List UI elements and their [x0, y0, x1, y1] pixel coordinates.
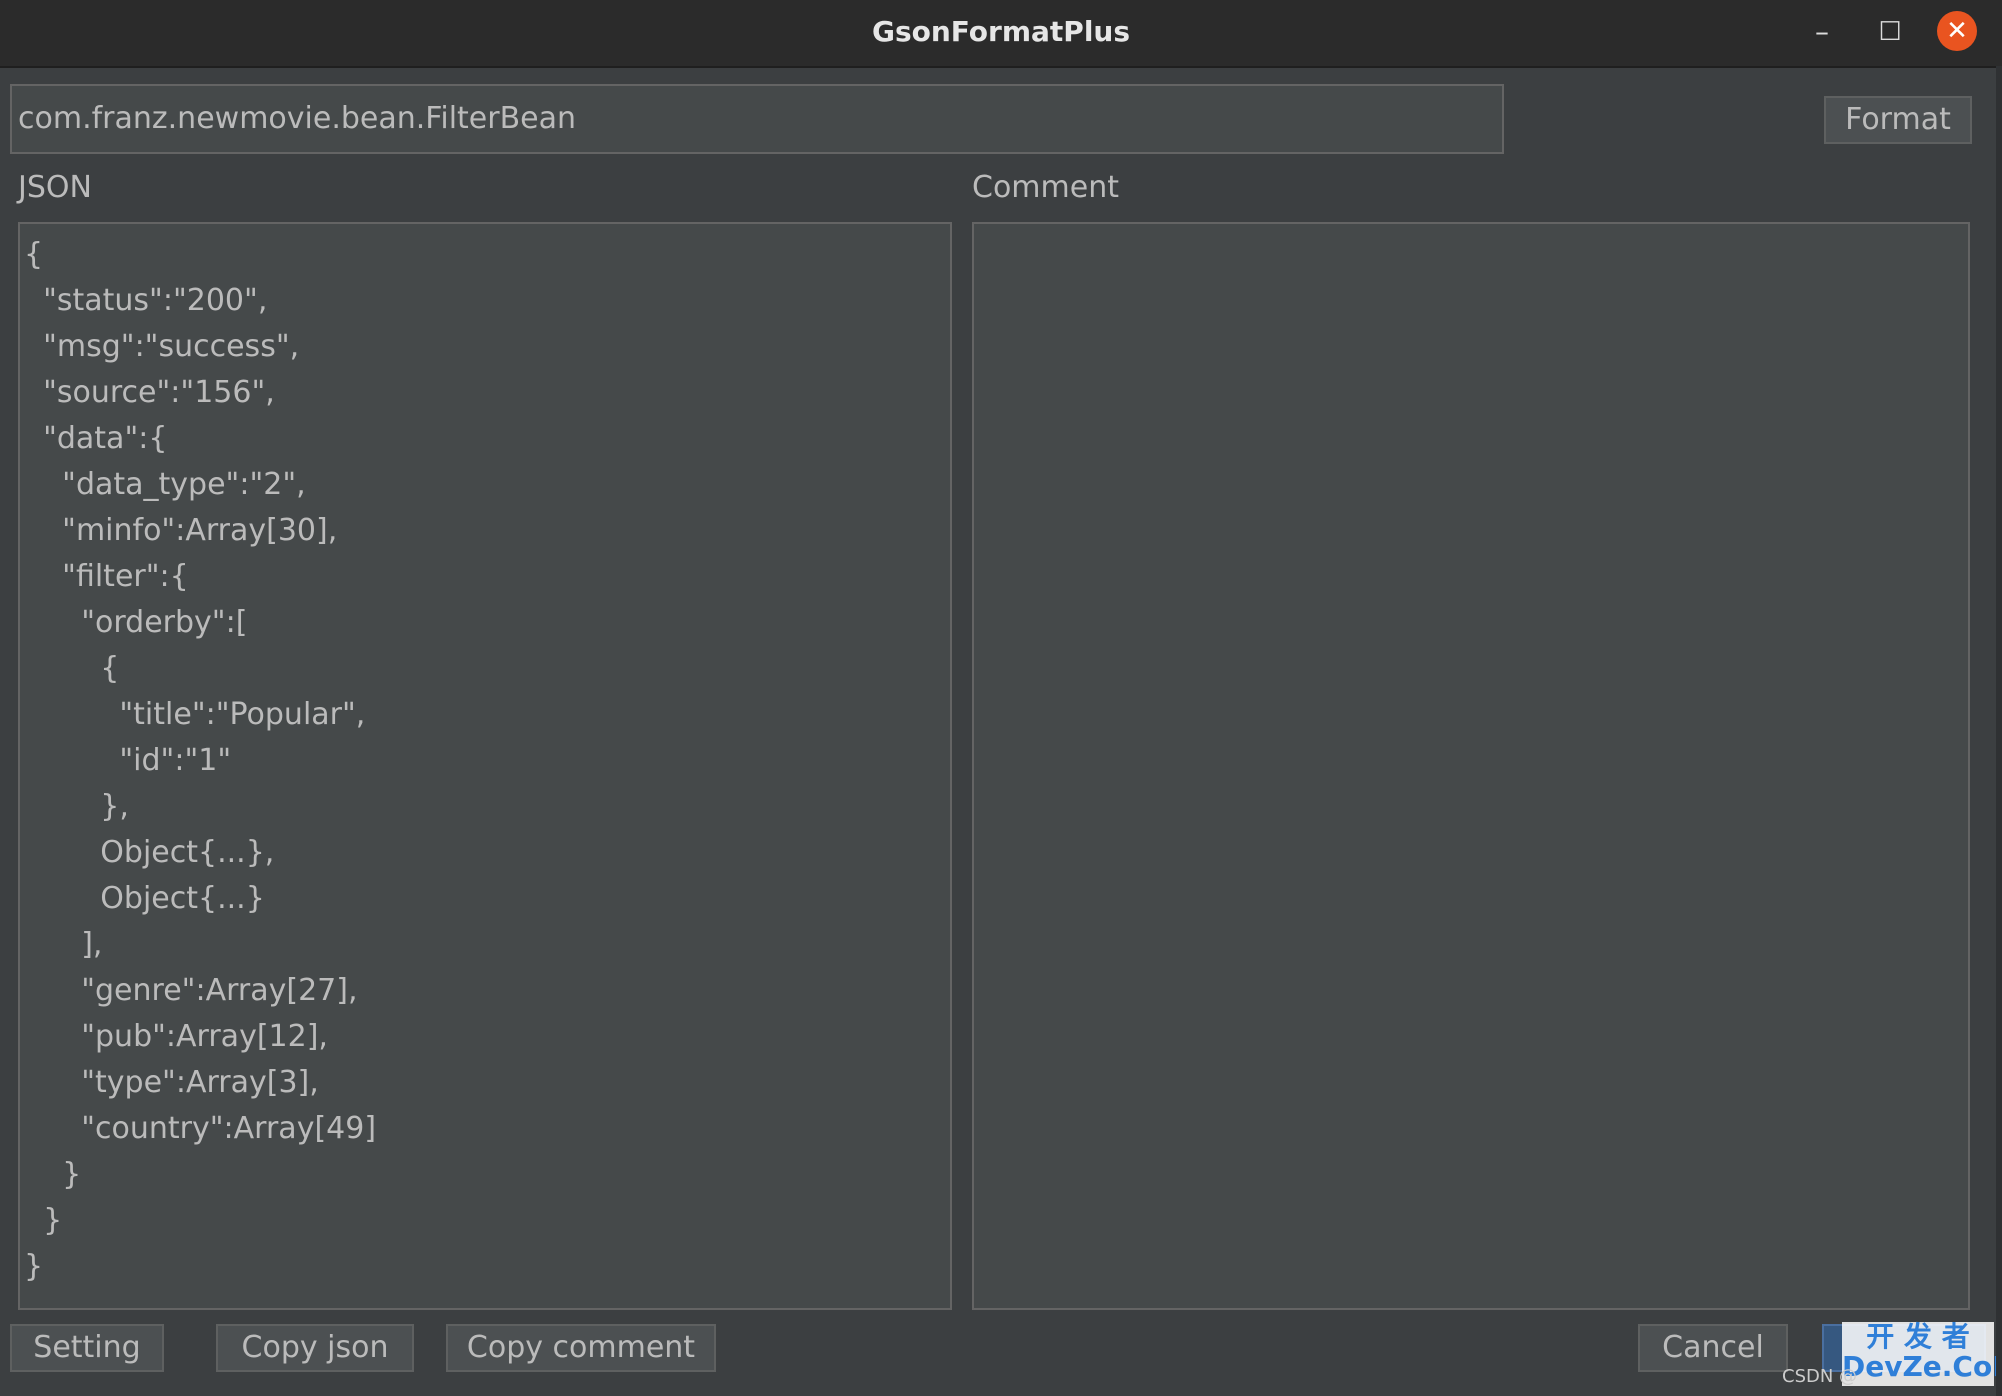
json-line: "id":"1": [24, 743, 232, 778]
minimize-icon[interactable]: –: [1800, 10, 1844, 54]
json-line: "source":"156",: [24, 375, 275, 410]
json-line: "orderby":[: [24, 605, 248, 640]
json-line: "minfo":Array[30],: [24, 513, 338, 548]
json-line: }: [24, 1203, 63, 1238]
copy-comment-button[interactable]: Copy comment: [446, 1324, 716, 1372]
json-line: "pub":Array[12],: [24, 1019, 328, 1054]
watermark-line: 开 发 者: [1866, 1320, 1970, 1353]
json-line: "filter":{: [24, 559, 189, 594]
json-line: "status":"200",: [24, 283, 268, 318]
cancel-button[interactable]: Cancel: [1638, 1324, 1788, 1372]
json-line: }: [24, 1157, 82, 1192]
json-line: Object{...},: [24, 835, 275, 870]
copy-json-button[interactable]: Copy json: [216, 1324, 414, 1372]
csdn-watermark: CSDN @: [1782, 1366, 1858, 1387]
json-line: "genre":Array[27],: [24, 973, 358, 1008]
json-line: "type":Array[3],: [24, 1065, 319, 1100]
title-bar: GsonFormatPlus – ☐ ✕: [0, 0, 2002, 68]
json-text-area[interactable]: { "status":"200", "msg":"success", "sour…: [18, 222, 952, 1310]
format-button[interactable]: Format: [1824, 96, 1972, 144]
json-line: }: [24, 1249, 44, 1284]
json-line: },: [24, 789, 129, 824]
watermark-logo: 开 发 者 DevZe.CoM: [1842, 1320, 2002, 1386]
json-line: {: [24, 651, 120, 686]
setting-button[interactable]: Setting: [10, 1324, 164, 1372]
json-line: "data":{: [24, 421, 168, 456]
maximize-icon[interactable]: ☐: [1868, 10, 1912, 54]
json-line: {: [24, 237, 44, 272]
json-line: "data_type":"2",: [24, 467, 306, 502]
json-line: "title":"Popular",: [24, 697, 366, 732]
watermark-line: DevZe.CoM: [1842, 1350, 2002, 1383]
class-name-input[interactable]: com.franz.newmovie.bean.FilterBean: [10, 84, 1504, 154]
comment-label: Comment: [972, 170, 1119, 205]
json-label: JSON: [18, 170, 92, 205]
json-line: "msg":"success",: [24, 329, 300, 364]
window-title: GsonFormatPlus: [871, 15, 1131, 48]
window-edge: [1996, 66, 2002, 1396]
comment-text-area[interactable]: [972, 222, 1970, 1310]
json-line: ],: [24, 927, 103, 962]
json-line: "country":Array[49]: [24, 1111, 377, 1146]
json-line: Object{...}: [24, 881, 265, 916]
close-icon[interactable]: ✕: [1937, 11, 1977, 51]
